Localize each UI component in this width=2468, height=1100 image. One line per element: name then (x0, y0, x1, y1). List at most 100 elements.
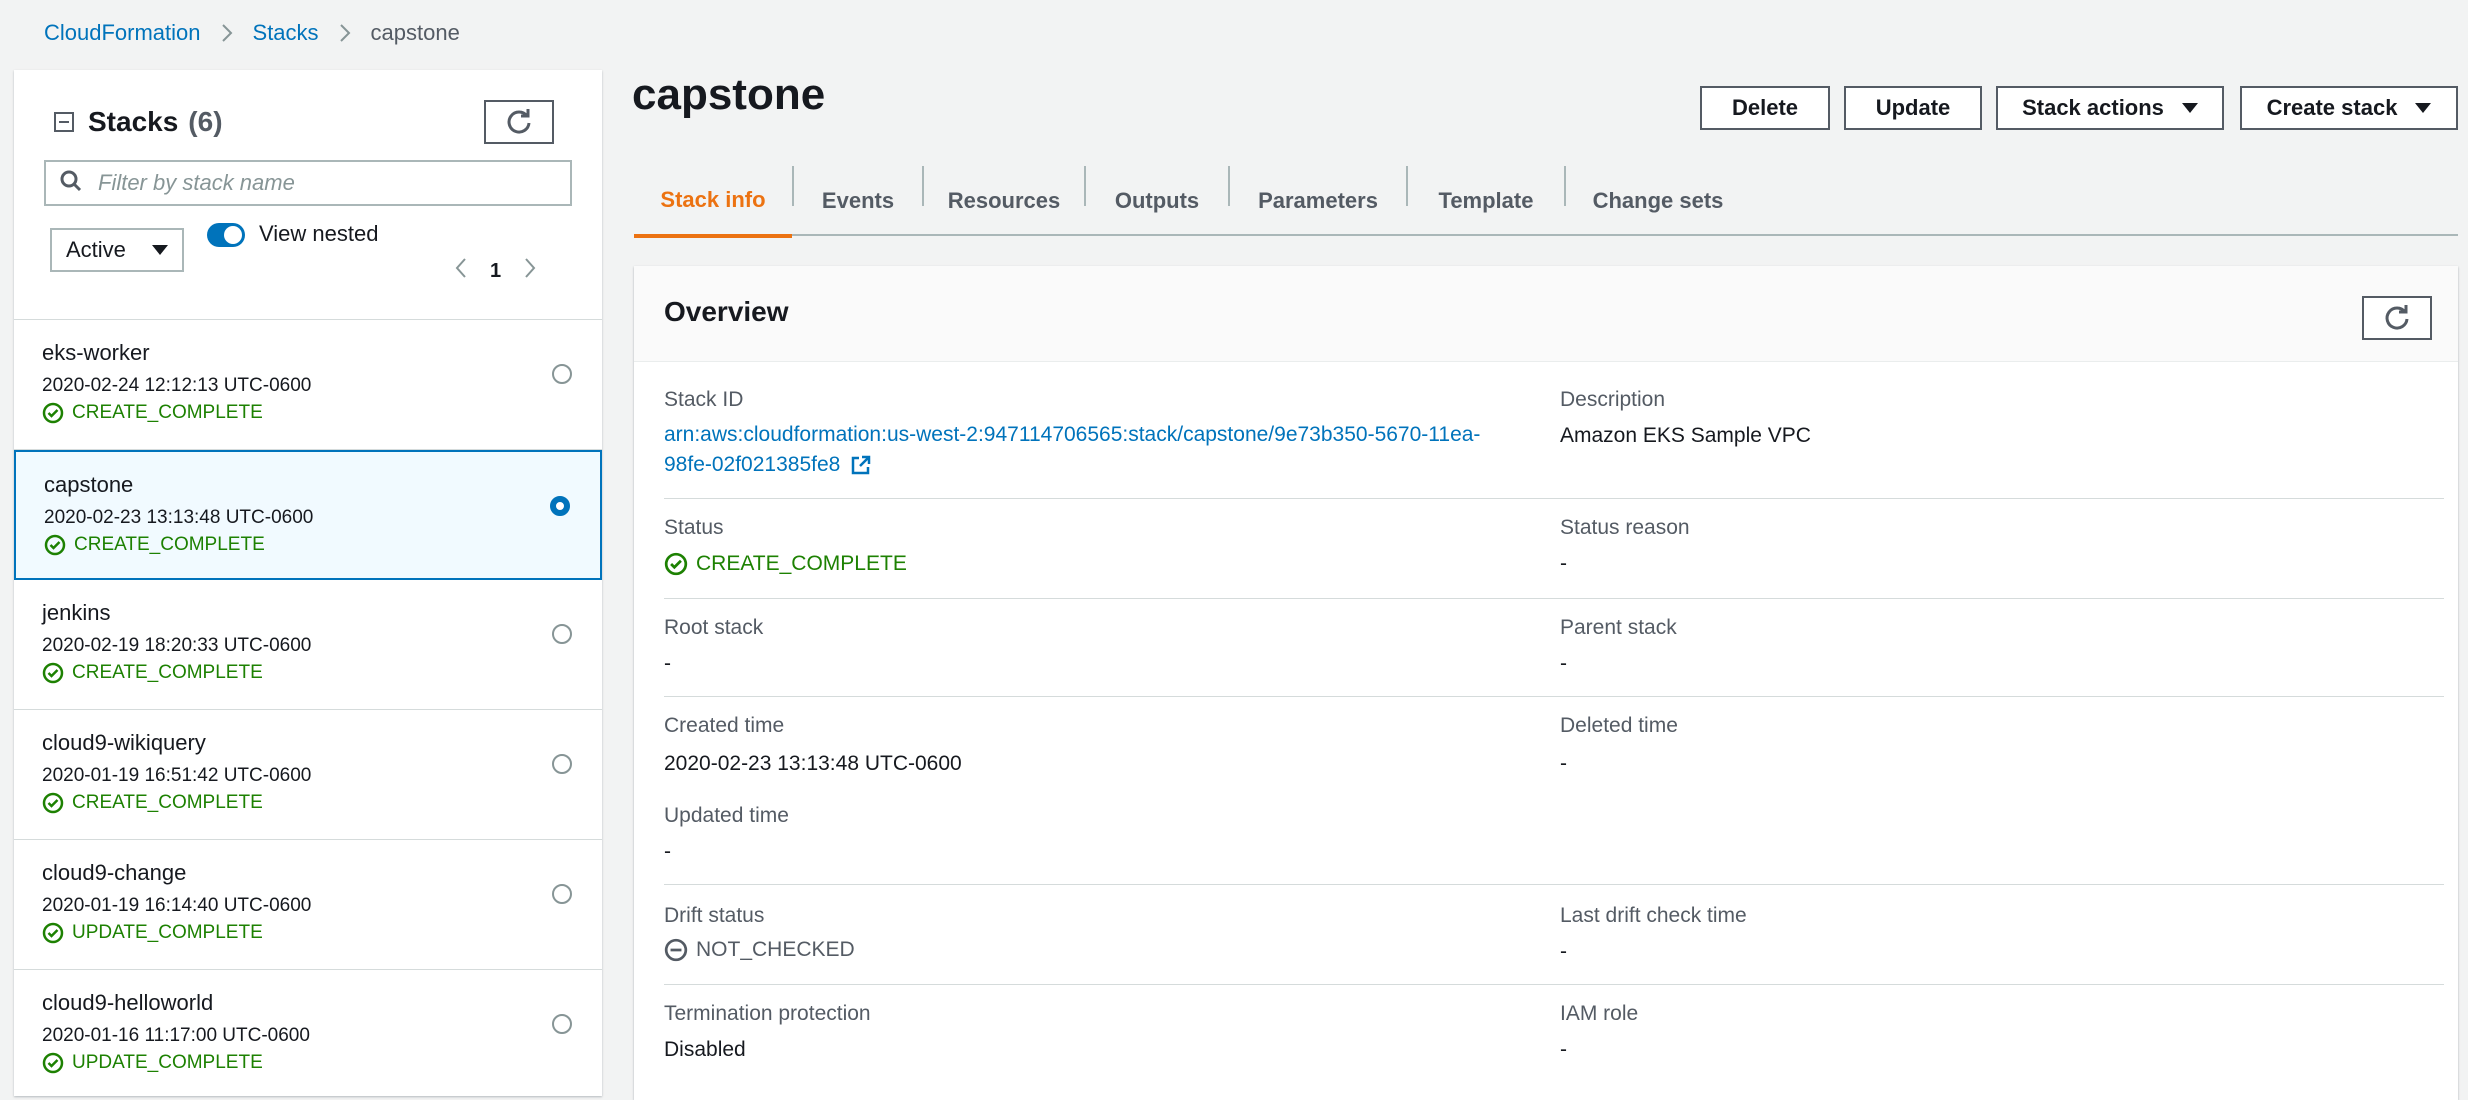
search-icon (60, 170, 82, 197)
stack-radio[interactable] (552, 1014, 572, 1034)
stack-actions-button[interactable]: Stack actions (1996, 86, 2224, 130)
check-circle-icon (42, 662, 64, 684)
stacks-panel-header: Stacks (6) Active View nested 1 (14, 70, 602, 320)
breadcrumb-current: capstone (370, 20, 460, 45)
chevron-left-icon[interactable] (454, 256, 468, 286)
breadcrumb-stacks[interactable]: Stacks (253, 20, 319, 46)
stack-status: CREATE_COMPLETE (44, 534, 265, 556)
stack-status: CREATE_COMPLETE (42, 402, 263, 424)
check-circle-icon (664, 552, 688, 576)
updated-time-label: Updated time (664, 804, 789, 827)
stack-status: CREATE_COMPLETE (42, 792, 263, 814)
delete-button[interactable]: Delete (1700, 86, 1830, 130)
refresh-icon (505, 107, 533, 138)
stack-name: eks-worker (42, 340, 150, 365)
root-stack-label: Root stack (664, 616, 764, 639)
stack-date: 2020-02-19 18:20:33 UTC-0600 (42, 635, 312, 656)
stack-list-item[interactable]: jenkins 2020-02-19 18:20:33 UTC-0600 CRE… (14, 580, 602, 710)
tab-events[interactable]: Events (794, 166, 922, 236)
description-value: Amazon EKS Sample VPC (1560, 424, 1811, 447)
stack-radio[interactable] (552, 754, 572, 774)
last-drift-check-value: - (1560, 940, 1567, 963)
row-divider (664, 498, 2444, 499)
status-reason-label: Status reason (1560, 516, 1690, 539)
chevron-right-icon[interactable] (523, 256, 537, 286)
stack-status: UPDATE_COMPLETE (42, 922, 263, 944)
check-circle-icon (44, 534, 66, 556)
stack-list-item[interactable]: cloud9-helloworld 2020-01-16 11:17:00 UT… (14, 970, 602, 1100)
created-time-label: Created time (664, 714, 785, 737)
stack-status: UPDATE_COMPLETE (42, 1052, 263, 1074)
stack-radio-selected[interactable] (550, 496, 570, 516)
tab-resources[interactable]: Resources (924, 166, 1084, 236)
tab-parameters[interactable]: Parameters (1230, 166, 1406, 236)
overview-panel: Overview Stack ID arn:aws:cloudformation… (634, 266, 2458, 1100)
stack-list: eks-worker 2020-02-24 12:12:13 UTC-0600 … (14, 320, 602, 1100)
check-circle-icon (42, 792, 64, 814)
stack-id-label: Stack ID (664, 388, 744, 411)
view-nested-toggle[interactable] (207, 223, 245, 247)
stack-date: 2020-02-23 13:13:48 UTC-0600 (44, 507, 314, 528)
stacks-panel-title: Stacks (6) (54, 106, 223, 138)
caret-down-icon (152, 245, 168, 255)
parent-stack-label: Parent stack (1560, 616, 1677, 639)
breadcrumb-cloudformation[interactable]: CloudFormation (44, 20, 201, 46)
stack-date: 2020-01-19 16:14:40 UTC-0600 (42, 895, 312, 916)
stack-name: cloud9-helloworld (42, 990, 214, 1015)
created-time-value: 2020-02-23 13:13:48 UTC-0600 (664, 752, 962, 775)
description-label: Description (1560, 388, 1666, 411)
status-value: CREATE_COMPLETE (664, 552, 907, 576)
tab-bar: Stack info Events Resources Outputs Para… (634, 166, 2458, 238)
overview-title: Overview (664, 296, 789, 327)
termination-protection-label: Termination protection (664, 1002, 871, 1025)
drift-status-label: Drift status (664, 904, 765, 927)
stack-name: capstone (44, 472, 134, 497)
parent-stack-value: - (1560, 652, 1567, 675)
stack-radio[interactable] (552, 884, 572, 904)
check-circle-icon (42, 922, 64, 944)
stack-list-item[interactable]: capstone 2020-02-23 13:13:48 UTC-0600 CR… (14, 450, 602, 580)
chevron-right-icon (221, 23, 233, 43)
create-stack-button[interactable]: Create stack (2240, 86, 2458, 130)
stacks-count: (6) (188, 106, 223, 137)
termination-protection-value: Disabled (664, 1038, 746, 1061)
stack-list-item[interactable]: cloud9-wikiquery 2020-01-19 16:51:42 UTC… (14, 710, 602, 840)
drift-status-value: NOT_CHECKED (664, 938, 855, 962)
status-filter-value: Active (66, 237, 126, 262)
stack-filter-box (44, 160, 572, 206)
page-title: capstone (632, 70, 826, 119)
tab-template[interactable]: Template (1408, 166, 1564, 236)
status-filter-select[interactable]: Active (50, 228, 184, 272)
check-circle-icon (42, 402, 64, 424)
stack-name: cloud9-change (42, 860, 187, 885)
external-link-icon (850, 454, 872, 476)
tab-stack-info[interactable]: Stack info (634, 166, 792, 238)
stack-list-item[interactable]: cloud9-change 2020-01-19 16:14:40 UTC-06… (14, 840, 602, 970)
deleted-time-value: - (1560, 752, 1567, 775)
stack-id-link[interactable]: arn:aws:cloudformation:us-west-2:9471147… (664, 420, 1544, 480)
refresh-icon (2383, 303, 2411, 334)
stack-list-item[interactable]: eks-worker 2020-02-24 12:12:13 UTC-0600 … (14, 320, 602, 450)
update-button[interactable]: Update (1844, 86, 1982, 130)
collapse-icon[interactable] (54, 112, 74, 132)
deleted-time-label: Deleted time (1560, 714, 1678, 737)
overview-refresh-button[interactable] (2362, 296, 2432, 340)
chevron-right-icon (339, 23, 351, 43)
stack-radio[interactable] (552, 624, 572, 644)
stack-date: 2020-01-19 16:51:42 UTC-0600 (42, 765, 312, 786)
tab-outputs[interactable]: Outputs (1086, 166, 1228, 236)
stacks-title: Stacks (88, 106, 179, 137)
tab-change-sets[interactable]: Change sets (1566, 166, 1750, 236)
stack-filter-input[interactable] (98, 170, 538, 196)
row-divider (664, 884, 2444, 885)
page-number[interactable]: 1 (490, 260, 501, 283)
minus-circle-icon (664, 938, 688, 962)
stack-radio[interactable] (552, 364, 572, 384)
stack-status: CREATE_COMPLETE (42, 662, 263, 684)
overview-header: Overview (634, 266, 2458, 362)
root-stack-value: - (664, 652, 671, 675)
stacks-panel: Stacks (6) Active View nested 1 (14, 70, 602, 1096)
stacks-refresh-button[interactable] (484, 100, 554, 144)
toggle-knob (224, 226, 242, 244)
caret-down-icon (2181, 103, 2198, 113)
